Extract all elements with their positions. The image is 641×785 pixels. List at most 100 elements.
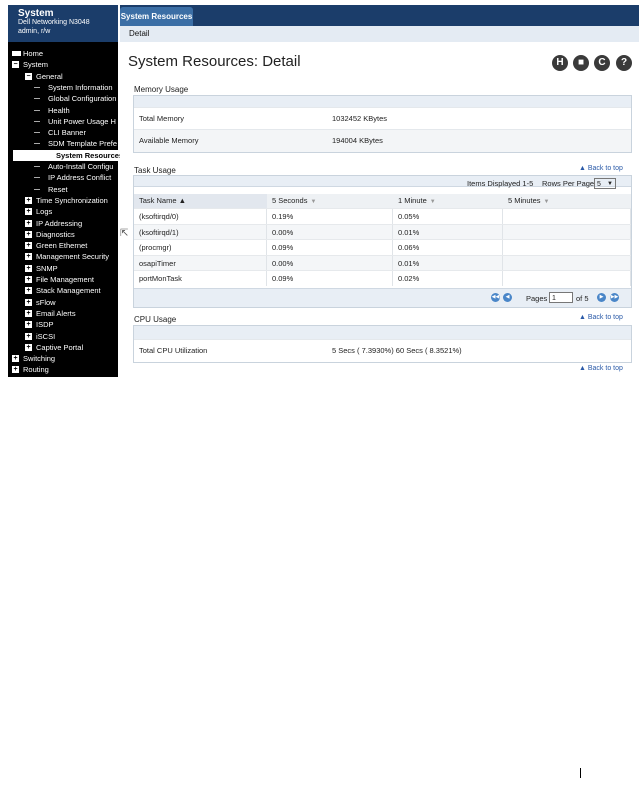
table-row: Available Memory 194004 KBytes — [134, 129, 631, 152]
sidebar-item-label: SNMP — [36, 263, 58, 273]
tree-connector — [34, 109, 40, 111]
table-row: (ksoftirqd/0) 0.19% 0.05% — [134, 208, 631, 224]
tree-connector — [34, 188, 40, 190]
page-number-input[interactable]: 1 — [549, 292, 573, 303]
previous-page-icon[interactable]: ◀ — [503, 293, 512, 302]
sidebar-item-label: Auto-Install Configu — [48, 162, 114, 171]
task-panel: Items Displayed 1-5 Rows Per Page 5 ▼ Ta… — [133, 175, 632, 308]
table-row: Total Memory 1032452 KBytes — [134, 107, 631, 130]
expand-icon[interactable]: + — [25, 321, 32, 329]
sidebar-item-label: Captive Portal — [36, 342, 84, 352]
mouse-cursor-icon: ⇱ — [120, 228, 129, 239]
task-table-header: Task Name ▲ 5 Seconds ▼ 1 Minute ▼ 5 Minut… — [134, 194, 631, 208]
tree-connector — [34, 120, 40, 122]
pager-bar: ◀◀ ◀ Pages 1 of 5 ▶ ▶▶ — [134, 288, 631, 307]
tab-bar: System Resources — [120, 5, 639, 26]
collapse-icon[interactable]: − — [12, 61, 19, 69]
system-header: System Dell Networking N3048 admin, r/w — [8, 5, 118, 42]
table-cell — [503, 271, 631, 286]
sidebar-item-label: iSCSI — [36, 331, 56, 341]
table-cell: 0.06% — [393, 240, 503, 255]
next-page-icon[interactable]: ▶ — [597, 293, 606, 302]
last-page-icon[interactable]: ▶▶ — [610, 293, 619, 302]
refresh-icon[interactable]: C — [594, 55, 610, 71]
table-cell: 0.01% — [393, 255, 503, 271]
sort-icon: ▼ — [310, 199, 317, 205]
tree-connector — [34, 166, 40, 167]
page-count: of 5 — [576, 294, 589, 303]
sidebar-item-label: File Management — [36, 275, 94, 284]
expand-icon[interactable]: + — [25, 219, 32, 227]
expand-icon[interactable]: + — [25, 253, 32, 261]
memory-value: 1032452 KBytes — [332, 114, 388, 123]
sidebar-item-label: System Information — [48, 82, 113, 92]
table-cell — [503, 255, 631, 271]
expand-icon[interactable]: + — [25, 309, 32, 317]
sidebar-item-label: Green Ethernet — [36, 241, 88, 251]
sidebar-item-label: Time Synchronization — [36, 195, 108, 205]
expand-icon[interactable]: + — [25, 208, 32, 216]
column-header-5-minutes[interactable]: 5 Minutes ▼ — [503, 194, 631, 208]
tree-connector — [34, 132, 40, 134]
tree-connector — [34, 98, 40, 100]
sidebar-item-label: General — [36, 71, 63, 81]
column-header-task-name[interactable]: Task Name ▲ — [134, 194, 267, 208]
rows-per-page-label: Rows Per Page — [542, 179, 595, 188]
page-divider — [580, 768, 581, 778]
expand-icon[interactable]: + — [25, 332, 32, 340]
expand-icon[interactable]: + — [25, 196, 32, 204]
back-to-top-link[interactable]: ▲ Back to top — [579, 365, 623, 372]
save-icon[interactable]: H — [552, 55, 568, 71]
sidebar-item-label: Stack Management — [36, 286, 101, 296]
expand-icon[interactable]: + — [25, 276, 32, 283]
sidebar-item-label: Switching — [23, 354, 56, 364]
sidebar-item-label: Health — [48, 105, 70, 115]
table-cell: (ksoftirqd/0) — [134, 209, 267, 224]
items-displayed: Items Displayed 1-5 — [467, 179, 534, 188]
expand-icon[interactable]: + — [12, 355, 19, 363]
main-content: System Resources Detail System Resources… — [120, 5, 639, 377]
memory-label: Total Memory — [139, 114, 185, 123]
sidebar-item-label: Routing — [23, 365, 49, 375]
table-cell: 0.00% — [267, 255, 393, 271]
back-to-top-link[interactable]: ▲ Back to top — [579, 314, 623, 321]
memory-section-title: Memory Usage — [134, 85, 189, 94]
subtab-detail[interactable]: Detail — [129, 29, 149, 38]
column-header-1-minute[interactable]: 1 Minute ▼ — [393, 194, 503, 208]
sidebar-item[interactable]: System Resources — [13, 149, 123, 161]
rows-per-page-select[interactable]: 5 ▼ — [594, 178, 616, 189]
table-row: (procmgr) 0.09% 0.06% — [134, 239, 631, 255]
first-page-icon[interactable]: ◀◀ — [491, 293, 500, 302]
table-cell: 0.02% — [393, 271, 503, 286]
column-header-5-seconds[interactable]: 5 Seconds ▼ — [267, 194, 393, 208]
expand-icon[interactable]: + — [25, 264, 32, 272]
expand-icon[interactable]: + — [25, 343, 32, 351]
expand-icon[interactable]: + — [25, 287, 32, 295]
sort-icon: ▼ — [429, 199, 436, 205]
table-row: portMonTask 0.09% 0.02% — [134, 270, 631, 286]
sidebar-item-label: Management Security — [36, 252, 109, 262]
tab-system-resources[interactable]: System Resources — [120, 7, 193, 26]
expand-icon[interactable]: + — [25, 298, 32, 306]
expand-icon[interactable]: + — [12, 366, 19, 374]
sub-tab-bar: Detail — [120, 26, 639, 42]
tree-connector — [34, 177, 40, 179]
column-label: 1 Minute — [398, 196, 427, 205]
cpu-label: Total CPU Utilization — [139, 346, 208, 355]
table-cell — [503, 209, 631, 224]
collapse-icon[interactable]: − — [25, 72, 32, 80]
tree-connector — [34, 143, 40, 145]
memory-value: 194004 KBytes — [332, 136, 383, 145]
table-row: Total CPU Utilization 5 Secs ( 7.3930%) … — [134, 339, 631, 362]
table-cell: 0.19% — [267, 209, 393, 224]
print-icon[interactable]: ■ — [573, 55, 589, 71]
column-label: 5 Seconds — [272, 196, 308, 205]
sidebar-item-label: Diagnostics — [36, 229, 75, 239]
expand-icon[interactable]: + — [25, 230, 32, 238]
help-icon[interactable]: ? — [616, 55, 632, 71]
back-to-top-link[interactable]: ▲ Back to top — [579, 165, 623, 172]
app-window: System Dell Networking N3048 admin, r/w … — [8, 5, 639, 377]
sidebar-item-label: IP Address Conflict — [48, 173, 112, 183]
pages-label: Pages — [526, 294, 548, 303]
expand-icon[interactable]: + — [25, 242, 32, 250]
